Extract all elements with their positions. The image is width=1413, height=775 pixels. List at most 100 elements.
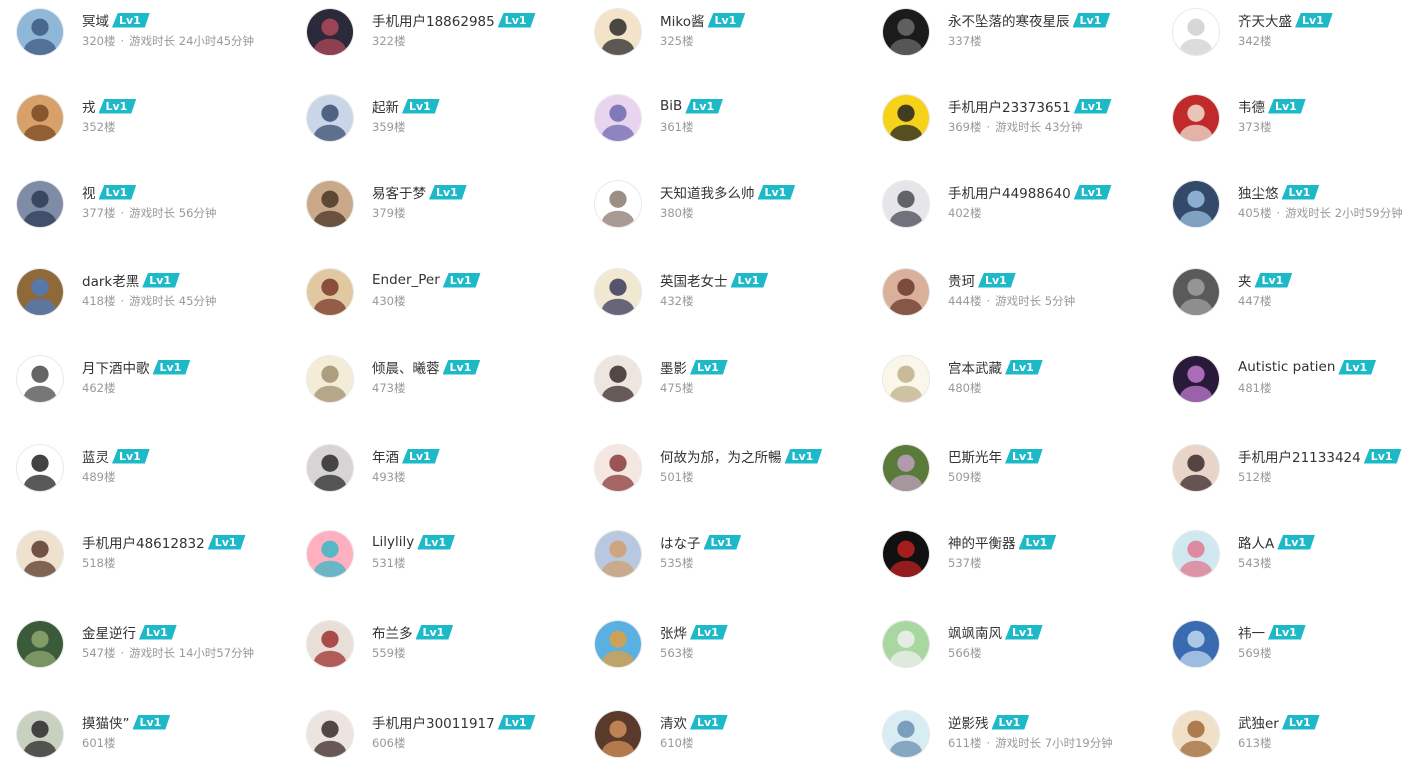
user-avatar-icon[interactable] <box>306 620 354 668</box>
user-avatar-icon[interactable] <box>882 710 930 758</box>
user-avatar-icon[interactable] <box>882 355 930 403</box>
user-name-link[interactable]: 宫本武藏 <box>948 357 1002 377</box>
user-avatar-icon[interactable] <box>16 530 64 578</box>
user-name-link[interactable]: 年酒 <box>372 446 399 466</box>
user-avatar-icon[interactable] <box>306 355 354 403</box>
user-avatar-icon[interactable] <box>306 530 354 578</box>
user-avatar-icon[interactable] <box>594 710 642 758</box>
user-avatar-icon[interactable] <box>594 444 642 492</box>
user-avatar-icon[interactable] <box>16 180 64 228</box>
user-avatar-icon[interactable] <box>16 355 64 403</box>
user-avatar-icon[interactable] <box>306 444 354 492</box>
user-name-link[interactable]: 蓝灵 <box>82 446 109 466</box>
user-avatar-icon[interactable] <box>306 710 354 758</box>
user-info: Miko酱 Lv1 325楼 <box>660 10 745 49</box>
user-name-link[interactable]: 手机用户30011917 <box>372 712 495 732</box>
user-avatar-icon[interactable] <box>594 355 642 403</box>
user-name-link[interactable]: Miko酱 <box>660 10 705 30</box>
user-name-link[interactable]: 飒飒南风 <box>948 622 1002 642</box>
user-name-link[interactable]: 月下酒中歌 <box>82 357 150 377</box>
user-name-link[interactable]: 英国老女士 <box>660 270 728 290</box>
user-name-link[interactable]: 易客于梦 <box>372 182 426 202</box>
user-avatar-icon[interactable] <box>16 710 64 758</box>
user-avatar-icon[interactable] <box>882 94 930 142</box>
user-name-link[interactable]: 独尘悠 <box>1238 182 1279 202</box>
user-avatar-icon[interactable] <box>1172 180 1220 228</box>
user-name-link[interactable]: 手机用户44988640 <box>948 182 1071 202</box>
user-name-link[interactable]: 布兰多 <box>372 622 413 642</box>
post-meta: 377楼 · 游戏时长 56分钟 <box>82 205 216 221</box>
user-avatar-icon[interactable] <box>16 8 64 56</box>
user-name-link[interactable]: 何故为邡，为之所暢 <box>660 446 782 466</box>
user-name-link[interactable]: 墨影 <box>660 357 687 377</box>
user-name-link[interactable]: 倾晨、曦蓉 <box>372 357 440 377</box>
user-avatar-icon[interactable] <box>882 268 930 316</box>
user-name-link[interactable]: 路人A <box>1238 532 1274 552</box>
user-name-link[interactable]: 韦德 <box>1238 96 1265 116</box>
user-name-link[interactable]: 手机用户21133424 <box>1238 446 1361 466</box>
user-avatar-icon[interactable] <box>16 94 64 142</box>
user-avatar-icon[interactable] <box>1172 94 1220 142</box>
user-name-link[interactable]: 武独er <box>1238 712 1279 732</box>
user-avatar-icon[interactable] <box>882 530 930 578</box>
level-badge: Lv1 <box>690 715 728 730</box>
level-badge: Lv1 <box>142 273 180 288</box>
user-name-link[interactable]: はな子 <box>660 532 701 552</box>
user-name-link[interactable]: Autistic patien <box>1238 359 1335 375</box>
user-avatar-icon[interactable] <box>1172 710 1220 758</box>
user-avatar-icon[interactable] <box>306 8 354 56</box>
meta-separator: · <box>120 34 125 48</box>
user-name-link[interactable]: 视 <box>82 182 96 202</box>
user-name-link[interactable]: 手机用户23373651 <box>948 96 1071 116</box>
user-avatar-icon[interactable] <box>1172 8 1220 56</box>
user-avatar-icon[interactable] <box>1172 530 1220 578</box>
user-avatar-icon[interactable] <box>882 180 930 228</box>
user-avatar-icon[interactable] <box>594 530 642 578</box>
user-name-link[interactable]: dark老黑 <box>82 270 139 290</box>
user-avatar-icon[interactable] <box>594 268 642 316</box>
play-time: 游戏时长 24小时45分钟 <box>129 34 255 48</box>
user-name-link[interactable]: 手机用户18862985 <box>372 10 495 30</box>
floor-number: 402楼 <box>948 206 982 220</box>
user-name-link[interactable]: 金星逆行 <box>82 622 136 642</box>
user-avatar-icon[interactable] <box>306 268 354 316</box>
user-name-link[interactable]: 张烨 <box>660 622 687 642</box>
user-name-link[interactable]: 永不坠落的寒夜星辰 <box>948 10 1070 30</box>
floor-number: 535楼 <box>660 556 694 570</box>
user-avatar-icon[interactable] <box>882 8 930 56</box>
user-avatar-icon[interactable] <box>16 444 64 492</box>
user-avatar-icon[interactable] <box>16 268 64 316</box>
user-avatar-icon[interactable] <box>306 94 354 142</box>
user-name-link[interactable]: Ender_Per <box>372 272 440 288</box>
user-name-link[interactable]: BiB <box>660 98 682 114</box>
user-avatar-icon[interactable] <box>594 94 642 142</box>
user-avatar-icon[interactable] <box>1172 355 1220 403</box>
user-name-link[interactable]: 逆影残 <box>948 712 989 732</box>
user-name-link[interactable]: 清欢 <box>660 712 687 732</box>
user-name-link[interactable]: 贵珂 <box>948 270 975 290</box>
user-avatar-icon[interactable] <box>594 620 642 668</box>
user-avatar-icon[interactable] <box>594 180 642 228</box>
user-name-link[interactable]: Lilylily <box>372 534 414 550</box>
user-name-link[interactable]: 冥域 <box>82 10 109 30</box>
user-name-link[interactable]: 巴斯光年 <box>948 446 1002 466</box>
user-name-link[interactable]: 戎 <box>82 96 96 116</box>
user-avatar-icon[interactable] <box>16 620 64 668</box>
user-name-link[interactable]: 神的平衡器 <box>948 532 1016 552</box>
user-name-link[interactable]: 祎一 <box>1238 622 1265 642</box>
user-avatar-icon[interactable] <box>882 444 930 492</box>
user-avatar-icon[interactable] <box>1172 268 1220 316</box>
user-name-link[interactable]: 天知道我多么帅 <box>660 182 755 202</box>
user-name-link[interactable]: 手机用户48612832 <box>82 532 205 552</box>
user-avatar-icon[interactable] <box>1172 444 1220 492</box>
user-avatar-icon[interactable] <box>306 180 354 228</box>
user-name-link[interactable]: 摸猫侠” <box>82 712 130 732</box>
user-name-link[interactable]: 起新 <box>372 96 399 116</box>
user-avatar-icon[interactable] <box>882 620 930 668</box>
user-avatar-icon[interactable] <box>594 8 642 56</box>
user-name-link[interactable]: 齐天大盛 <box>1238 10 1292 30</box>
play-time: 游戏时长 5分钟 <box>995 294 1076 308</box>
user-avatar-icon[interactable] <box>1172 620 1220 668</box>
floor-number: 342楼 <box>1238 34 1272 48</box>
user-name-link[interactable]: 夹 <box>1238 270 1252 290</box>
